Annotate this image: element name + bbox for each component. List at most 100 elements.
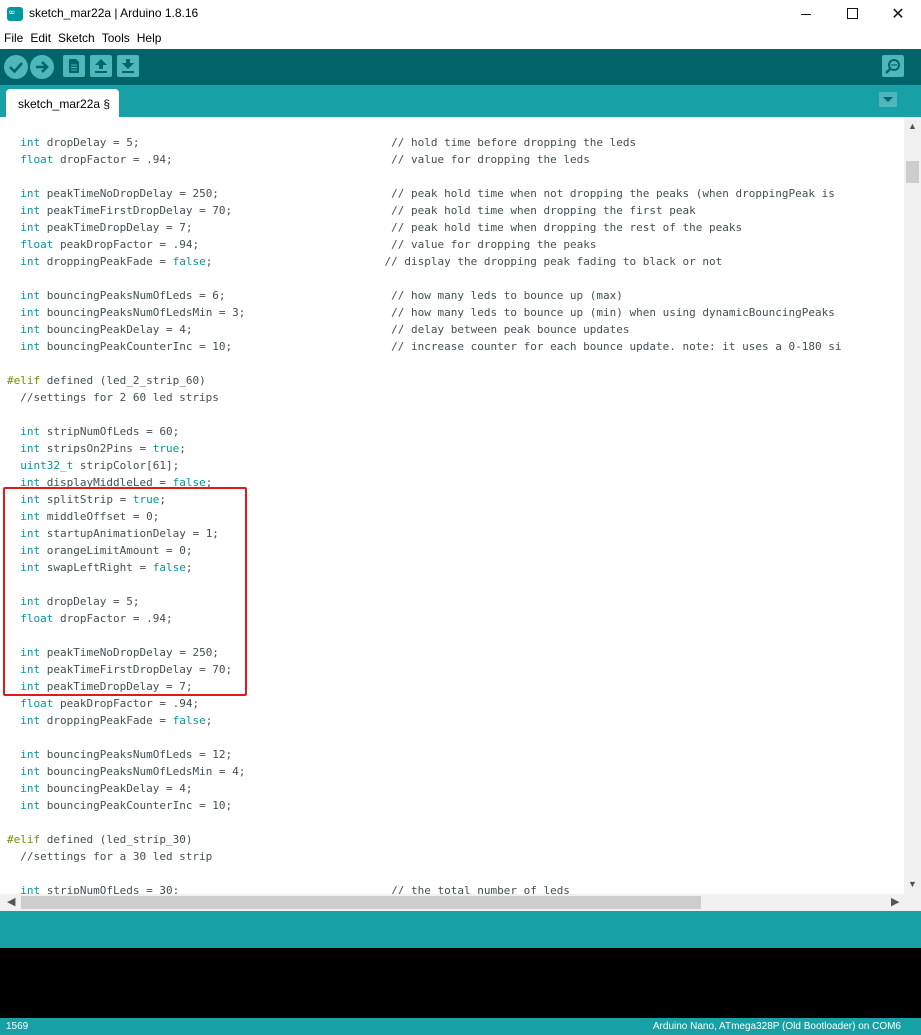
minimize-button[interactable] [783, 0, 829, 29]
tab-bar: sketch_mar22a § [0, 85, 921, 117]
upload-button[interactable] [30, 55, 54, 79]
tab-menu-button[interactable] [879, 92, 897, 107]
code-line[interactable]: int bouncingPeakDelay = 4; // delay betw… [7, 321, 630, 338]
code-line[interactable]: int bouncingPeakDelay = 4; [7, 780, 192, 797]
line-number: 1569 [6, 1021, 29, 1032]
code-editor[interactable]: int dropDelay = 5; // hold time before d… [0, 117, 904, 894]
code-text: dropFactor = .94; [53, 153, 392, 166]
code-line[interactable]: int stripNumOfLeds = 60; [7, 423, 179, 440]
code-comment: // how many leds to bounce up (min) when… [391, 306, 835, 319]
code-text: peakTimeNoDropDelay = 250; [40, 187, 392, 200]
code-text: ; [179, 442, 186, 455]
code-text: bouncingPeakDelay = 4; [40, 782, 193, 795]
code-line[interactable]: int peakTimeDropDelay = 7; // peak hold … [7, 219, 742, 236]
code-keyword: int [20, 136, 41, 149]
code-line[interactable]: int bouncingPeaksNumOfLeds = 12; [7, 746, 232, 763]
code-line[interactable]: int stripsOn2Pins = true; [7, 440, 186, 457]
vertical-scroll-thumb[interactable] [906, 161, 919, 183]
menu-help[interactable]: Help [133, 29, 165, 45]
menu-file[interactable]: File [0, 29, 26, 45]
code-line[interactable]: //settings for a 30 led strip [7, 848, 212, 865]
code-line[interactable]: int dropDelay = 5; // hold time before d… [7, 134, 636, 151]
title-bar: ∞ sketch_mar22a | Arduino 1.8.16 ✕ [0, 0, 921, 29]
code-comment: // value for dropping the leds [391, 153, 590, 166]
code-line[interactable]: int droppingPeakFade = false; [7, 712, 212, 729]
menu-edit[interactable]: Edit [26, 29, 54, 45]
code-text: bouncingPeaksNumOfLedsMin = 4; [40, 765, 246, 778]
code-keyword: float [20, 697, 54, 710]
code-line[interactable]: int droppingPeakFade = false; // display… [7, 253, 722, 270]
code-line[interactable]: int stripNumOfLeds = 30; // the total nu… [7, 882, 570, 894]
serial-monitor-button[interactable] [882, 55, 904, 77]
new-sketch-button[interactable] [63, 55, 85, 77]
board-info: Arduino Nano, ATmega328P (Old Bootloader… [652, 1021, 901, 1032]
menu-bar: File Edit Sketch Tools Help [0, 29, 921, 48]
code-line[interactable]: int bouncingPeaksNumOfLedsMin = 4; [7, 763, 245, 780]
menu-tools[interactable]: Tools [98, 29, 133, 45]
open-sketch-button[interactable] [90, 55, 112, 77]
highlight-box [3, 487, 247, 696]
arduino-logo-icon: ∞ [7, 7, 23, 21]
window-title: sketch_mar22a | Arduino 1.8.16 [29, 6, 199, 20]
scroll-left-icon[interactable]: ◀ [7, 895, 15, 908]
chevron-down-icon [883, 97, 893, 102]
code-keyword: int [20, 799, 41, 812]
code-comment: //settings for 2 60 led strips [7, 391, 219, 404]
code-keyword: uint32_t [20, 459, 74, 472]
maximize-button[interactable] [829, 0, 875, 29]
code-line[interactable]: #elif defined (led_strip_30) [7, 831, 192, 848]
horizontal-scroll-thumb[interactable] [21, 896, 701, 909]
open-icon [95, 59, 107, 73]
code-text: droppingPeakFade = [40, 714, 173, 727]
serial-monitor-icon [885, 59, 900, 74]
code-text: bouncingPeakDelay = 4; [40, 323, 392, 336]
code-text: peakDropFactor = .94; [53, 697, 200, 710]
tab-label: sketch_mar22a § [18, 97, 111, 111]
code-line[interactable]: int bouncingPeaksNumOfLedsMin = 3; // ho… [7, 304, 835, 321]
code-text: droppingPeakFade = [40, 255, 173, 268]
code-line[interactable]: float dropFactor = .94; // value for dro… [7, 151, 590, 168]
console-output[interactable] [0, 948, 921, 1018]
code-comment: // increase counter for each bounce upda… [391, 340, 842, 353]
code-line[interactable]: float peakDropFactor = .94; // value for… [7, 236, 596, 253]
tab-sketch[interactable]: sketch_mar22a § [6, 89, 119, 117]
code-line[interactable]: float peakDropFactor = .94; [7, 695, 199, 712]
status-bar: 1569 Arduino Nano, ATmega328P (Old Bootl… [0, 1018, 921, 1035]
code-line[interactable]: int bouncingPeakCounterInc = 10; // incr… [7, 338, 841, 355]
code-text: stripsOn2Pins = [40, 442, 153, 455]
code-line[interactable]: //settings for 2 60 led strips [7, 389, 219, 406]
menu-sketch[interactable]: Sketch [54, 29, 98, 45]
scroll-right-icon[interactable]: ▶ [891, 895, 899, 908]
code-keyword: int [20, 323, 41, 336]
code-comment: // delay between peak bounce updates [391, 323, 630, 336]
scroll-down-icon[interactable]: ▼ [908, 879, 917, 889]
scroll-up-icon[interactable]: ▲ [908, 121, 917, 131]
code-line[interactable]: int bouncingPeakCounterInc = 10; [7, 797, 232, 814]
code-keyword: true [152, 442, 180, 455]
code-comment: // value for dropping the peaks [391, 238, 597, 251]
code-line[interactable]: int peakTimeNoDropDelay = 250; // peak h… [7, 185, 835, 202]
code-line[interactable]: int bouncingPeaksNumOfLeds = 6; // how m… [7, 287, 623, 304]
code-keyword: int [20, 340, 41, 353]
code-keyword: float [20, 238, 54, 251]
close-button[interactable]: ✕ [875, 0, 921, 29]
code-comment: // hold time before dropping the leds [391, 136, 637, 149]
code-keyword: int [20, 221, 41, 234]
code-keyword: int [20, 748, 41, 761]
code-line[interactable]: int peakTimeFirstDropDelay = 70; // peak… [7, 202, 696, 219]
code-line[interactable]: #elif defined (led_2_strip_60) [7, 372, 206, 389]
code-text: bouncingPeakCounterInc = 10; [40, 799, 233, 812]
horizontal-scrollbar[interactable]: ◀ ▶ [0, 894, 921, 911]
verify-button[interactable] [4, 55, 28, 79]
save-sketch-button[interactable] [117, 55, 139, 77]
vertical-scrollbar[interactable]: ▲ ▼ [904, 117, 921, 894]
code-line[interactable]: uint32_t stripColor[61]; [7, 457, 179, 474]
code-text: ; [205, 714, 213, 727]
